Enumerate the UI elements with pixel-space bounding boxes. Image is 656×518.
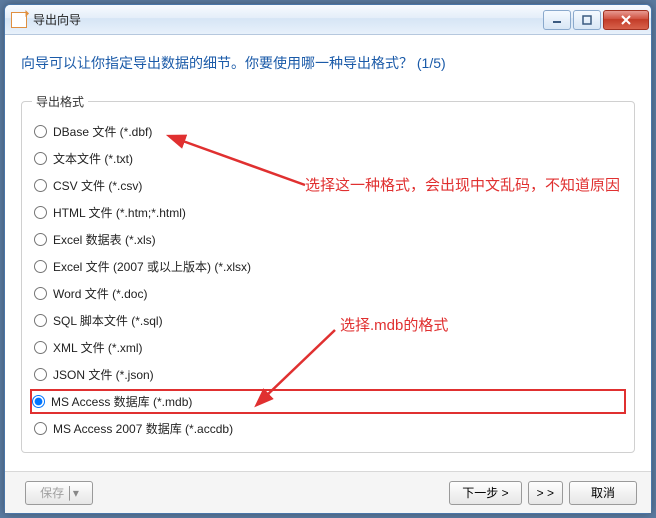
format-label[interactable]: 文本文件 (*.txt) <box>53 150 133 167</box>
format-option[interactable]: JSON 文件 (*.json) <box>32 361 624 388</box>
format-radio[interactable] <box>34 341 47 354</box>
minimize-icon <box>552 15 562 25</box>
format-option[interactable]: Word 文件 (*.doc) <box>32 280 624 307</box>
format-label[interactable]: SQL 脚本文件 (*.sql) <box>53 312 163 329</box>
format-label[interactable]: MS Access 数据库 (*.mdb) <box>51 393 192 410</box>
cancel-button[interactable]: 取消 <box>569 481 637 505</box>
format-option[interactable]: SQL 脚本文件 (*.sql) <box>32 307 624 334</box>
format-radio[interactable] <box>34 233 47 246</box>
format-radio[interactable] <box>34 152 47 165</box>
format-radio[interactable] <box>34 422 47 435</box>
format-label[interactable]: MS Access 2007 数据库 (*.accdb) <box>53 420 233 437</box>
format-option[interactable]: MS Access 2007 数据库 (*.accdb) <box>32 415 624 442</box>
format-option[interactable]: MS Access 数据库 (*.mdb) <box>30 389 626 414</box>
maximize-button[interactable] <box>573 10 601 30</box>
window-title: 导出向导 <box>33 11 81 28</box>
format-radio[interactable] <box>32 395 45 408</box>
titlebar: 导出向导 <box>5 5 651 35</box>
format-radio[interactable] <box>34 206 47 219</box>
format-option[interactable]: DBase 文件 (*.dbf) <box>32 118 624 145</box>
wizard-prompt: 向导可以让你指定导出数据的细节。你要使用哪一种导出格式？ (1/5) <box>21 53 635 73</box>
format-label[interactable]: XML 文件 (*.xml) <box>53 339 143 356</box>
format-label[interactable]: CSV 文件 (*.csv) <box>53 177 142 194</box>
format-label[interactable]: HTML 文件 (*.htm;*.html) <box>53 204 186 221</box>
format-option[interactable]: Excel 数据表 (*.xls) <box>32 226 624 253</box>
minimize-button[interactable] <box>543 10 571 30</box>
export-format-group: 导出格式 DBase 文件 (*.dbf) 文本文件 (*.txt) CSV 文件 … <box>21 93 635 453</box>
format-label[interactable]: JSON 文件 (*.json) <box>53 366 154 383</box>
format-radio[interactable] <box>34 179 47 192</box>
format-option[interactable]: Excel 文件 (2007 或以上版本) (*.xlsx) <box>32 253 624 280</box>
format-label[interactable]: Excel 数据表 (*.xls) <box>53 231 156 248</box>
close-icon <box>621 15 631 25</box>
export-wizard-window: 导出向导 向导可以让你指定导出数据的细节。你要使用哪一种导出格式？ (1/5) … <box>4 4 652 514</box>
maximize-icon <box>582 15 592 25</box>
app-icon <box>11 12 27 28</box>
content-area: 向导可以让你指定导出数据的细节。你要使用哪一种导出格式？ (1/5) 导出格式 … <box>5 35 651 471</box>
format-label[interactable]: DBase 文件 (*.dbf) <box>53 123 152 140</box>
footer: 保存 下一步 > > > 取消 <box>5 471 651 513</box>
format-label[interactable]: Excel 文件 (2007 或以上版本) (*.xlsx) <box>53 258 251 275</box>
next-button[interactable]: 下一步 > <box>449 481 521 505</box>
close-button[interactable] <box>603 10 649 30</box>
format-radio[interactable] <box>34 314 47 327</box>
format-radio[interactable] <box>34 287 47 300</box>
format-label[interactable]: Word 文件 (*.doc) <box>53 285 147 302</box>
format-option[interactable]: CSV 文件 (*.csv) <box>32 172 624 199</box>
format-option[interactable]: XML 文件 (*.xml) <box>32 334 624 361</box>
format-option[interactable]: HTML 文件 (*.htm;*.html) <box>32 199 624 226</box>
format-radio[interactable] <box>34 125 47 138</box>
skip-button[interactable]: > > <box>528 481 563 505</box>
format-radio[interactable] <box>34 368 47 381</box>
save-button[interactable]: 保存 <box>25 481 93 505</box>
format-option[interactable]: 文本文件 (*.txt) <box>32 145 624 172</box>
group-legend: 导出格式 <box>32 93 88 110</box>
format-radio[interactable] <box>34 260 47 273</box>
